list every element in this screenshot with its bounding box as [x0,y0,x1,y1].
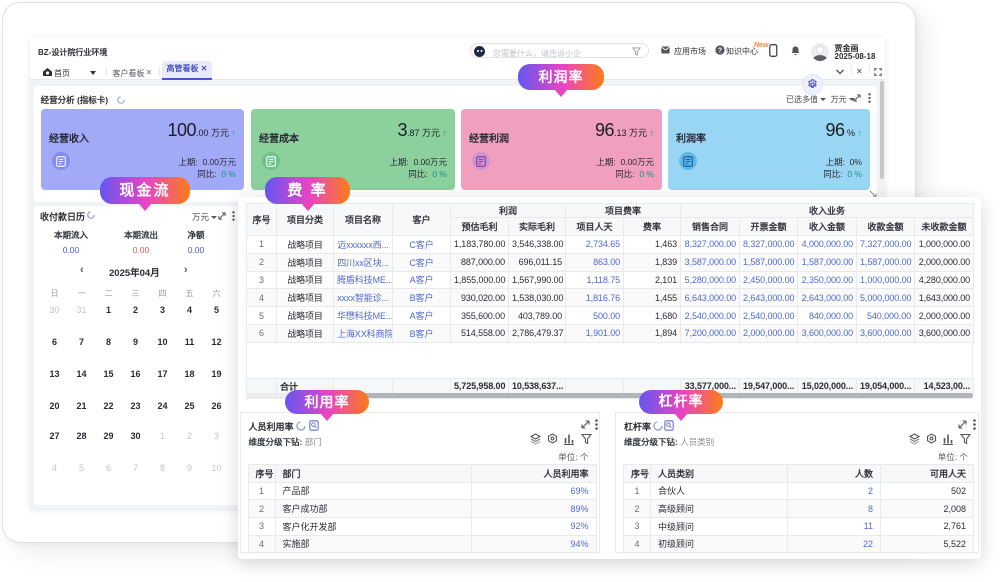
svg-text:?: ? [717,47,721,54]
